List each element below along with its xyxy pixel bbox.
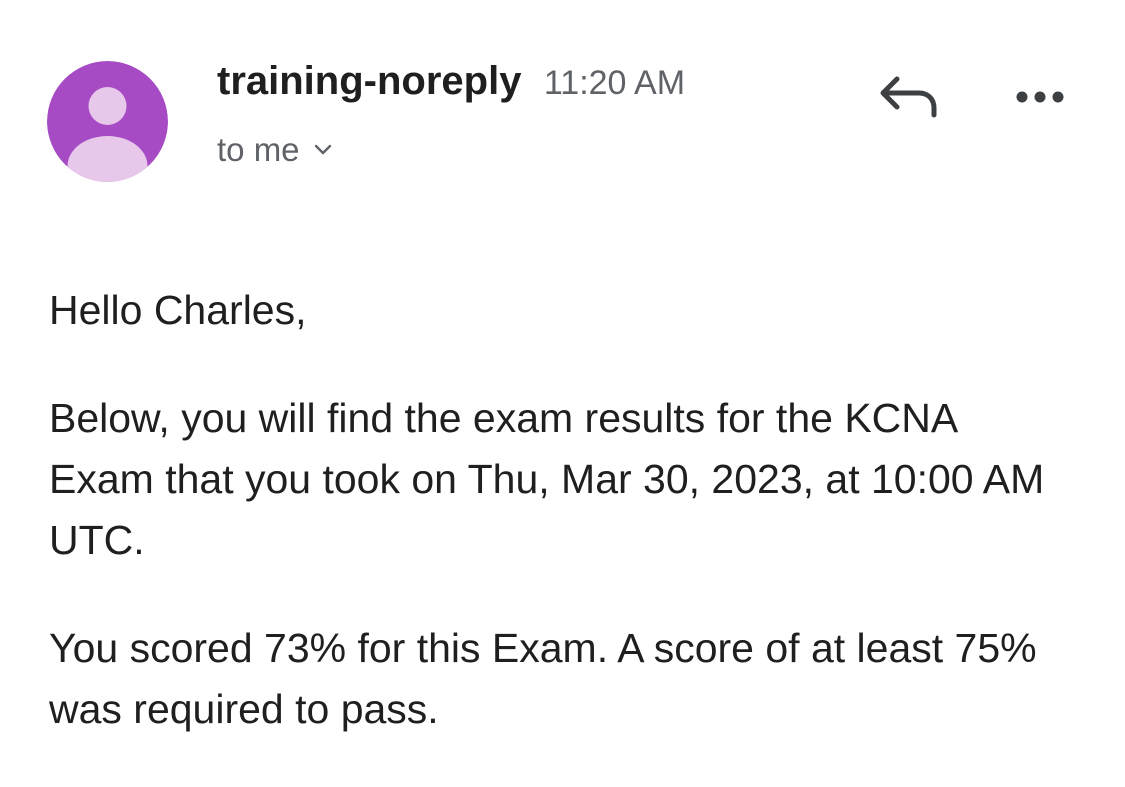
chevron-down-icon [314, 144, 331, 155]
more-options-button[interactable] [1005, 74, 1075, 120]
recipient-label: to me [217, 131, 300, 168]
message-paragraph-results: Below, you will find the exam results fo… [49, 395, 1045, 563]
sender-avatar[interactable] [47, 61, 168, 182]
reply-button[interactable] [874, 68, 944, 128]
email-header: training-noreply 11:20 AM to me [0, 0, 1125, 200]
recipient-toggle[interactable]: to me [217, 128, 332, 172]
reply-arrow-icon [880, 76, 937, 118]
greeting: Hello Charles, [49, 287, 307, 333]
sender-name[interactable]: training-noreply [217, 59, 521, 103]
received-time: 11:20 AM [543, 64, 686, 102]
message-body: Hello Charles, Below, you will find the … [49, 280, 1059, 787]
person-avatar-icon [47, 61, 168, 182]
more-options-icon [1016, 91, 1064, 103]
sender-line: training-noreply 11:20 AM [217, 58, 685, 113]
message-paragraph-score: You scored 73% for this Exam. A score of… [49, 625, 1037, 732]
